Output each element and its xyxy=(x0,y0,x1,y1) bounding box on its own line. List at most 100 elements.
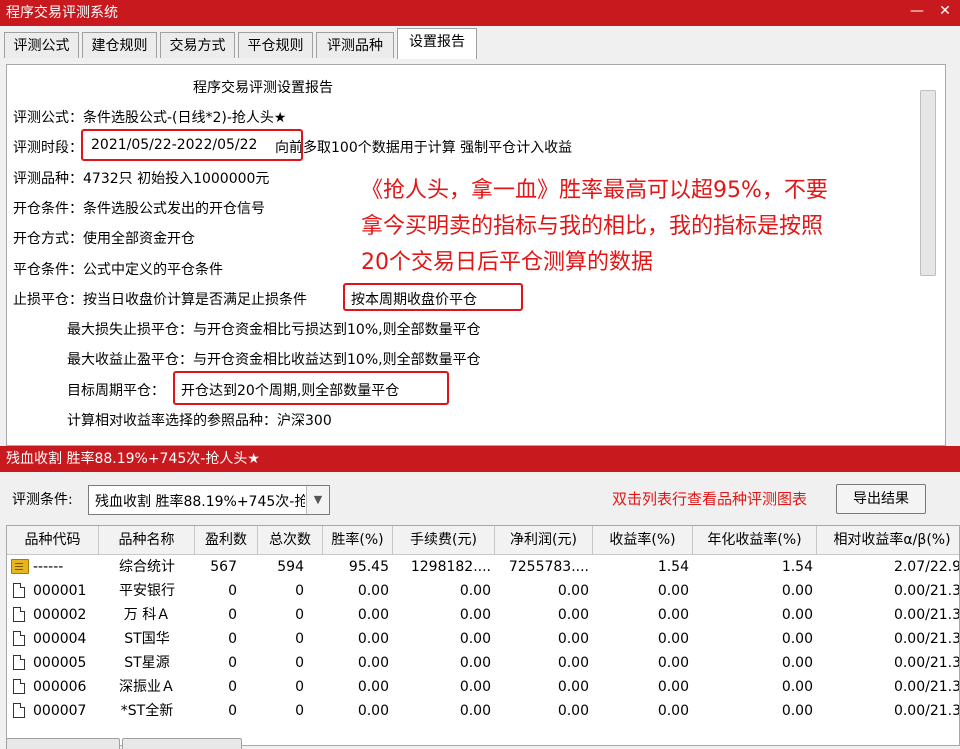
tab-settings-report[interactable]: 设置报告 xyxy=(397,28,477,59)
col-fees[interactable]: 手续费(元) xyxy=(393,526,495,554)
bottom-tab[interactable] xyxy=(122,738,242,749)
cell-return: 0.00 xyxy=(657,583,689,599)
annotation-line-1: 《抢人头，拿一血》胜率最高可以超95%，不要 xyxy=(361,178,828,203)
report-max-loss-line: 最大损失止损平仓：与开仓资金相比亏损达到10%,则全部数量平仓 xyxy=(67,322,481,338)
cell-winrate: 0.00 xyxy=(357,703,389,719)
cell-return: 0.00 xyxy=(657,631,689,647)
col-winrate[interactable]: 胜率(%) xyxy=(323,526,393,554)
cell-total: 0 xyxy=(295,631,304,647)
col-return[interactable]: 收益率(%) xyxy=(593,526,693,554)
cell-annual-return: 0.00 xyxy=(781,631,813,647)
stop-highlight-box xyxy=(343,283,523,311)
tab-open-rules[interactable]: 建仓规则 xyxy=(82,32,157,58)
tab-close-rules[interactable]: 平仓规则 xyxy=(238,32,313,58)
cell-total: 0 xyxy=(295,583,304,599)
annotation-line-3: 20个交易日后平仓测算的数据 xyxy=(361,250,653,275)
cell-annual-return: 0.00 xyxy=(781,607,813,623)
cell-wins: 0 xyxy=(228,655,237,671)
cell-fees: 0.00 xyxy=(459,607,491,623)
bottom-tab-strip xyxy=(0,738,960,749)
tab-formula[interactable]: 评测公式 xyxy=(4,32,79,58)
cell-name: 深振业Ａ xyxy=(119,679,175,695)
table-row[interactable]: 000001 平安银行 0 0 0.00 0.00 0.00 0.00 0.00… xyxy=(7,579,960,603)
cell-relative-return: 0.00/21.3 xyxy=(893,631,960,647)
cell-code: 000007 xyxy=(33,703,87,719)
table-row[interactable]: ------ 综合统计 567 594 95.45 1298182.... 72… xyxy=(7,555,959,579)
cell-return: 0.00 xyxy=(657,679,689,695)
cell-winrate: 0.00 xyxy=(357,583,389,599)
bottom-tab[interactable] xyxy=(6,738,120,749)
tab-instruments[interactable]: 评测品种 xyxy=(316,32,394,58)
report-open-condition: 开仓条件：条件选股公式发出的开仓信号 xyxy=(13,201,265,217)
cell-code: 000005 xyxy=(33,655,87,671)
cell-code: 000004 xyxy=(33,631,87,647)
table-row[interactable]: 000007 *ST全新 0 0 0.00 0.00 0.00 0.00 0.0… xyxy=(7,699,960,723)
report-period-suffix: 向前多取100个数据用于计算 强制平仓计入收益 xyxy=(275,140,573,156)
cell-fees: 0.00 xyxy=(459,583,491,599)
cell-fees: 0.00 xyxy=(459,703,491,719)
cell-code: ------ xyxy=(33,559,64,575)
cell-annual-return: 0.00 xyxy=(781,655,813,671)
cell-annual-return: 0.00 xyxy=(781,679,813,695)
cell-fees: 1298182.... xyxy=(410,559,491,575)
table-row[interactable]: 000006 深振业Ａ 0 0 0.00 0.00 0.00 0.00 0.00… xyxy=(7,675,960,699)
list-hint-text: 双击列表行查看品种评测图表 xyxy=(612,490,808,508)
cell-wins: 0 xyxy=(228,703,237,719)
tab-trade-mode[interactable]: 交易方式 xyxy=(160,32,235,58)
cell-net-profit: 0.00 xyxy=(557,679,589,695)
report-close-condition: 平仓条件：公式中定义的平仓条件 xyxy=(13,262,223,278)
condition-select[interactable]: 残血收割 胜率88.19%+745次-抢人头★ ▼ xyxy=(88,485,330,515)
document-icon xyxy=(13,703,25,718)
target-highlight-box xyxy=(173,371,449,405)
col-relative-return[interactable]: 相对收益率α/β(%) xyxy=(817,526,959,554)
tab-bar: 评测公式 建仓规则 交易方式 平仓规则 评测品种 设置报告 xyxy=(0,26,960,60)
cell-relative-return: 0.00/21.3 xyxy=(893,703,960,719)
cell-total: 594 xyxy=(277,559,304,575)
cell-relative-return: 0.00/21.3 xyxy=(893,655,960,671)
table-row[interactable]: 000004 ST国华 0 0 0.00 0.00 0.00 0.00 0.00… xyxy=(7,627,960,651)
col-wins[interactable]: 盈利数 xyxy=(195,526,258,554)
table-row[interactable]: 000002 万 科Ａ 0 0 0.00 0.00 0.00 0.00 0.00… xyxy=(7,603,960,627)
cell-return: 0.00 xyxy=(657,703,689,719)
report-heading: 程序交易评测设置报告 xyxy=(193,80,333,96)
cell-name: *ST全新 xyxy=(120,703,174,719)
cell-name: 万 科Ａ xyxy=(123,607,171,623)
cell-total: 0 xyxy=(295,703,304,719)
condition-label: 评测条件: xyxy=(12,492,73,508)
cell-relative-return: 0.00/21.3 xyxy=(893,679,960,695)
results-titlebar: 残血收割 胜率88.19%+745次-抢人头★ xyxy=(0,446,960,472)
folder-icon xyxy=(11,559,29,574)
minimize-button[interactable]: — xyxy=(906,0,928,22)
cell-return: 0.00 xyxy=(657,655,689,671)
cell-total: 0 xyxy=(295,679,304,695)
report-period-label: 评测时段： xyxy=(13,140,83,156)
close-button[interactable]: ✕ xyxy=(934,0,956,22)
col-total[interactable]: 总次数 xyxy=(258,526,323,554)
document-icon xyxy=(13,583,25,598)
col-name[interactable]: 品种名称 xyxy=(99,526,195,554)
period-highlight-box xyxy=(81,129,303,161)
cell-winrate: 95.45 xyxy=(348,559,389,575)
cell-wins: 0 xyxy=(228,631,237,647)
cell-wins: 0 xyxy=(228,583,237,599)
annotation-line-2: 拿今买明卖的指标与我的相比，我的指标是按照 xyxy=(361,214,824,239)
condition-select-value: 残血收割 胜率88.19%+745次-抢人头★ xyxy=(95,494,305,510)
report-scrollbar[interactable] xyxy=(920,90,936,276)
cell-code: 000002 xyxy=(33,607,87,623)
cell-net-profit: 7255783.... xyxy=(508,559,589,575)
results-title: 残血收割 胜率88.19%+745次-抢人头★ xyxy=(6,451,260,467)
cell-wins: 567 xyxy=(210,559,237,575)
col-net-profit[interactable]: 净利润(元) xyxy=(495,526,593,554)
export-results-button[interactable]: 导出结果 xyxy=(836,484,926,514)
cell-return: 1.54 xyxy=(657,559,689,575)
document-icon xyxy=(13,679,25,694)
col-code[interactable]: 品种代码 xyxy=(7,526,99,554)
cell-relative-return: 0.00/21.3 xyxy=(893,583,960,599)
cell-relative-return: 0.00/21.3 xyxy=(893,607,960,623)
chevron-down-icon[interactable]: ▼ xyxy=(306,486,329,514)
cell-winrate: 0.00 xyxy=(357,679,389,695)
cell-annual-return: 1.54 xyxy=(781,559,813,575)
table-row[interactable]: 000005 ST星源 0 0 0.00 0.00 0.00 0.00 0.00… xyxy=(7,651,960,675)
cell-winrate: 0.00 xyxy=(357,631,389,647)
col-annual-return[interactable]: 年化收益率(%) xyxy=(693,526,817,554)
